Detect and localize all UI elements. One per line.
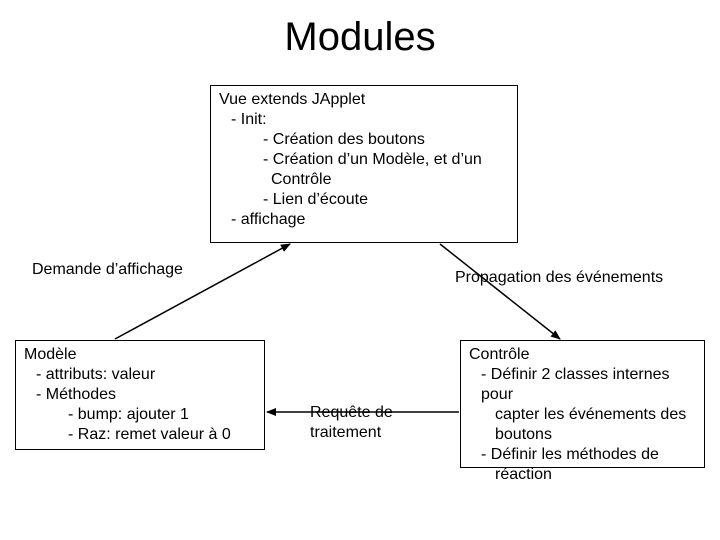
modele-raz: - Raz: remet valeur à 0 [68, 425, 256, 445]
vue-bullet-creation-boutons: - Création des boutons [263, 130, 509, 150]
vue-heading: Vue extends JApplet [219, 90, 509, 110]
modele-methodes: - Méthodes [36, 385, 256, 405]
controle-heading: Contrôle [469, 345, 696, 365]
label-demande-affichage: Demande d’affichage [32, 260, 183, 280]
modele-heading: Modèle [24, 345, 256, 365]
vue-affichage: - affichage [231, 210, 509, 230]
diagram-title: Modules [0, 15, 720, 60]
controle-methodes-reaction: - Définir les méthodes de [481, 445, 696, 465]
controle-classes-internes: - Définir 2 classes internes pour [481, 365, 696, 405]
modele-bump: - bump: ajouter 1 [68, 405, 256, 425]
label-propagation-evenements: Propagation des événements [455, 268, 663, 288]
controle-classes-internes-cont2: boutons [495, 425, 696, 445]
arrow-vue-to-controle [440, 244, 560, 339]
node-modele: Modèle - attributs: valeur - Méthodes - … [15, 340, 265, 450]
label-requete-traitement: Requête de traitement [310, 403, 420, 443]
vue-bullet-lien-ecoute: - Lien d’écoute [263, 190, 509, 210]
controle-methodes-reaction-cont: réaction [495, 465, 696, 485]
node-vue: Vue extends JApplet - Init: - Création d… [210, 85, 518, 243]
vue-bullet-creation-modele-cont: Contrôle [271, 170, 509, 190]
arrow-modele-to-vue [115, 244, 290, 339]
vue-init: - Init: [231, 110, 509, 130]
node-controle: Contrôle - Définir 2 classes internes po… [460, 340, 705, 468]
controle-classes-internes-cont1: capter les événements des [495, 405, 696, 425]
vue-bullet-creation-modele: - Création d’un Modèle, et d’un [263, 150, 509, 170]
modele-attributs: - attributs: valeur [36, 365, 256, 385]
